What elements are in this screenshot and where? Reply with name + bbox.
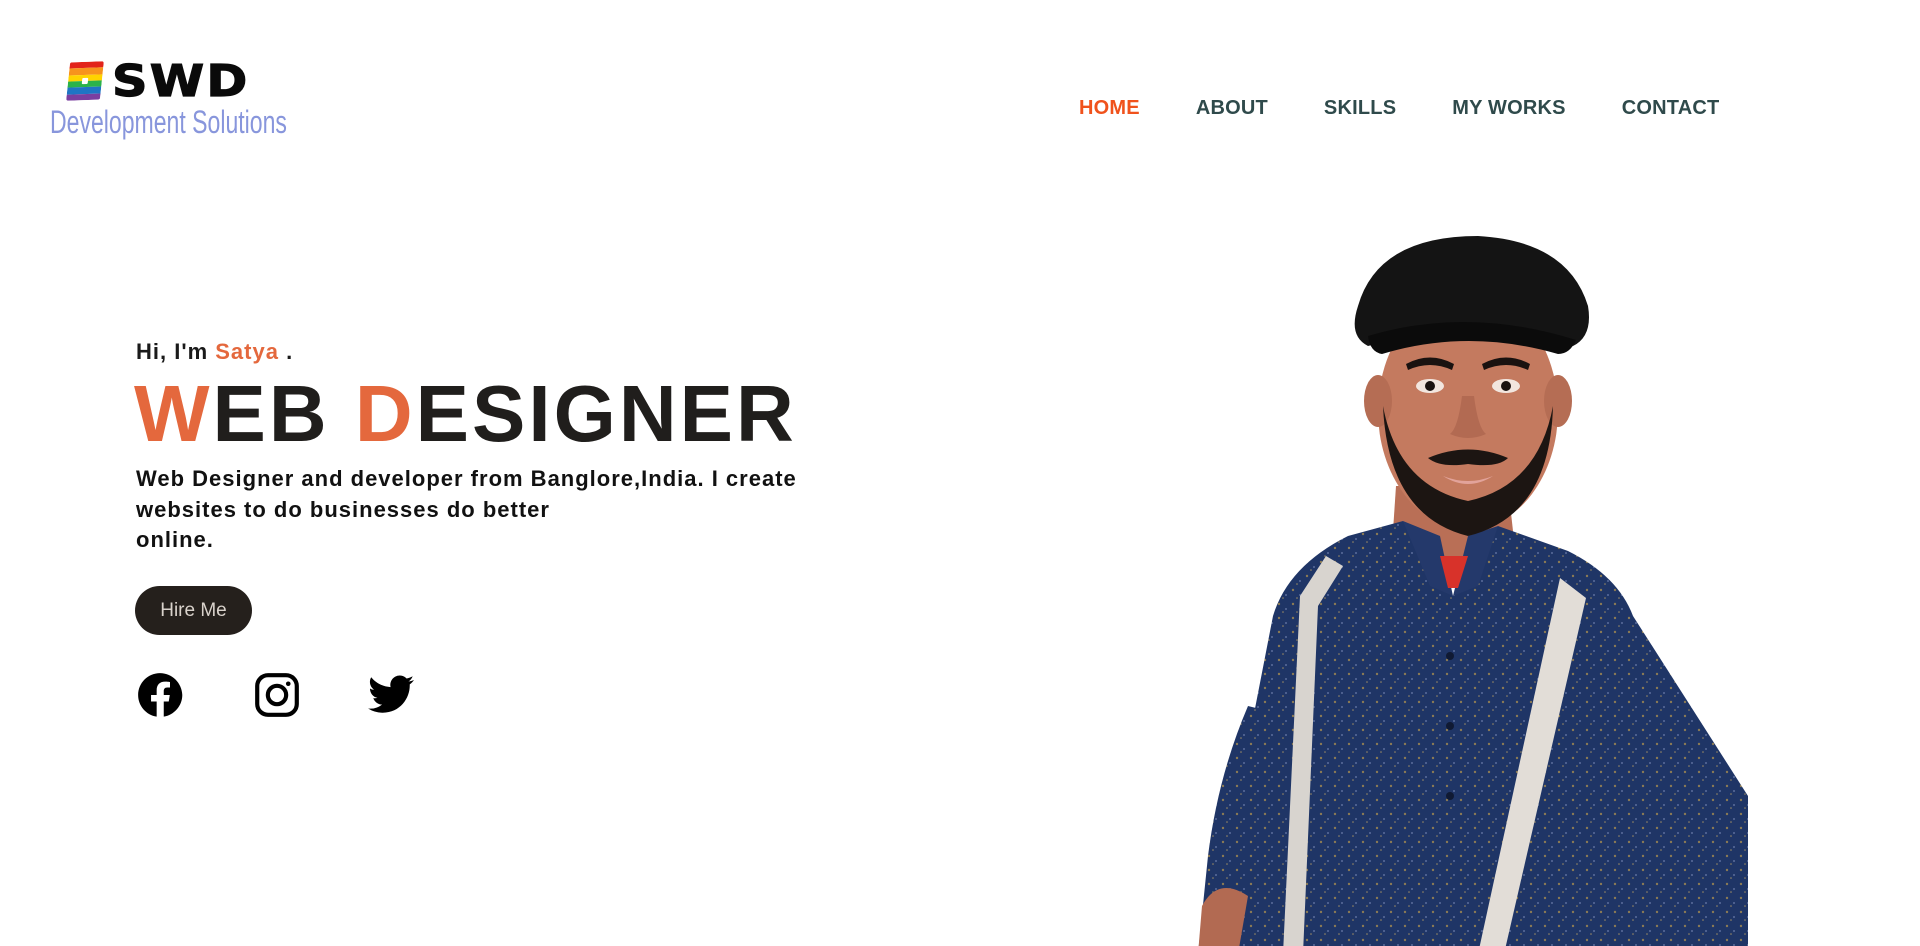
- nav-home[interactable]: HOME: [1079, 97, 1140, 120]
- greeting-name: Satya: [215, 339, 279, 364]
- nav-skills[interactable]: SKILLS: [1324, 97, 1396, 120]
- hire-me-button[interactable]: Hire Me: [135, 586, 252, 635]
- nav-about[interactable]: ABOUT: [1196, 97, 1268, 120]
- headline-accent-w: W: [134, 369, 213, 458]
- hero-description: Web Designer and developer from Banglore…: [136, 464, 856, 556]
- site-logo[interactable]: SWD Development Solutions: [50, 55, 287, 155]
- logo-brand-text: SWD: [111, 55, 250, 107]
- main-nav: HOME ABOUT SKILLS MY WORKS CONTACT: [1079, 97, 1775, 120]
- rainbow-cube-icon: [66, 61, 104, 101]
- instagram-icon[interactable]: [252, 670, 302, 720]
- greeting-prefix: Hi, I'm: [136, 339, 216, 364]
- headline-part-esigner: ESIGNER: [415, 369, 797, 458]
- page: SWD Development Solutions HOME ABOUT SKI…: [0, 0, 1920, 946]
- headline-accent-d: D: [354, 369, 416, 458]
- facebook-icon[interactable]: [135, 670, 185, 720]
- greeting-suffix: .: [278, 339, 294, 364]
- hero-headline: WEB DESIGNER: [134, 368, 797, 460]
- description-line: Web Designer and developer from Banglore…: [136, 466, 797, 491]
- logo-tagline: Development Solutions: [50, 104, 287, 140]
- nav-my-works[interactable]: MY WORKS: [1452, 97, 1565, 120]
- nav-contact[interactable]: CONTACT: [1622, 97, 1720, 120]
- description-line: online.: [136, 527, 214, 552]
- twitter-icon[interactable]: [366, 670, 416, 720]
- description-line: websites to do businesses do better: [136, 496, 550, 522]
- headline-part-eb: EB: [212, 369, 355, 458]
- hero-greeting: Hi, I'm Satya .: [136, 339, 293, 365]
- profile-photo: [1178, 236, 1748, 946]
